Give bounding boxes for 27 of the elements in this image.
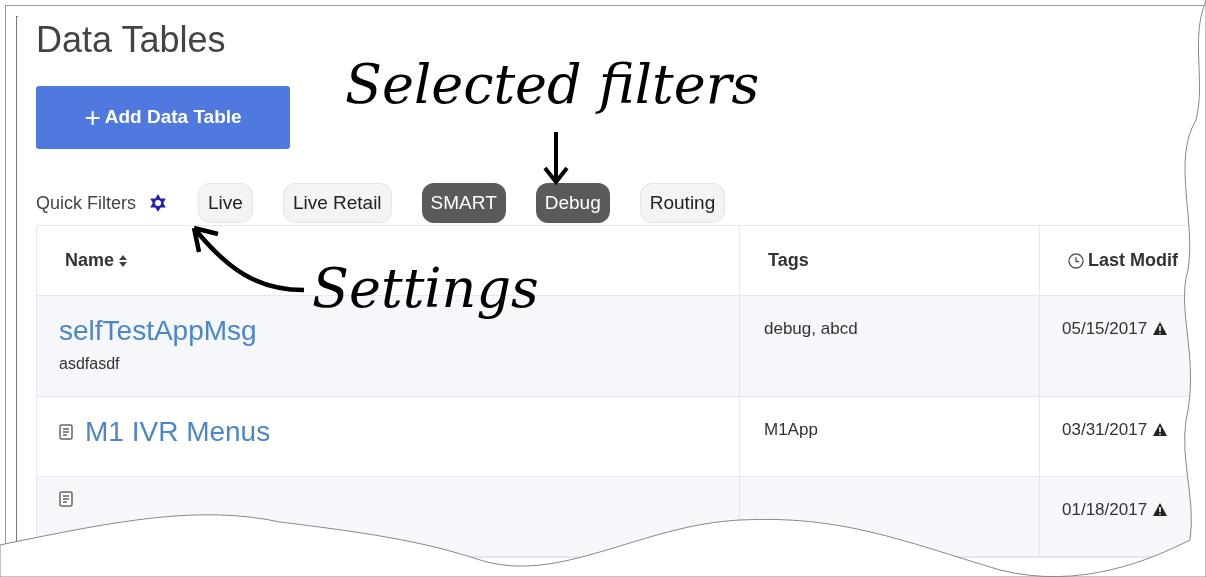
modified-date: 03/31/2017 bbox=[1062, 419, 1148, 441]
column-header: Tags bbox=[768, 249, 809, 272]
filter-chip[interactable]: Live Retail bbox=[282, 183, 392, 223]
filter-chip[interactable]: Routing bbox=[639, 183, 726, 223]
tags-text: M1App bbox=[764, 420, 818, 439]
warning-icon bbox=[1152, 422, 1169, 438]
table-name-link[interactable]: selfTestAppMsg bbox=[59, 310, 257, 352]
warning-icon bbox=[1152, 321, 1169, 337]
warning-icon bbox=[1152, 502, 1169, 518]
quick-filters-label: Quick Filters bbox=[36, 191, 136, 215]
selected-filters-annotation-label: Selected filters bbox=[345, 58, 760, 112]
down-arrow bbox=[542, 130, 570, 186]
table-name-link[interactable]: M1 IVR Menus bbox=[85, 411, 271, 453]
table-description: asdfasdf bbox=[59, 354, 120, 374]
modified-date: 05/15/2017 bbox=[1062, 318, 1148, 340]
filter-chip[interactable]: Live bbox=[198, 183, 253, 223]
column-header[interactable]: Name bbox=[65, 247, 129, 274]
tags-text: debug, abcd bbox=[764, 319, 858, 338]
modified-date: 01/18/2017 bbox=[1062, 499, 1148, 521]
column-header: Last Modif bbox=[1068, 247, 1178, 274]
add-data-table-button[interactable]: +Add Data Table bbox=[36, 86, 290, 149]
filter-chip[interactable]: Debug bbox=[535, 183, 610, 223]
sort-icon bbox=[118, 253, 129, 268]
settings-icon[interactable] bbox=[148, 193, 168, 213]
page-title: Data Tables bbox=[36, 18, 226, 62]
clock-icon bbox=[1068, 252, 1084, 269]
filter-chip[interactable]: SMART bbox=[421, 183, 506, 223]
